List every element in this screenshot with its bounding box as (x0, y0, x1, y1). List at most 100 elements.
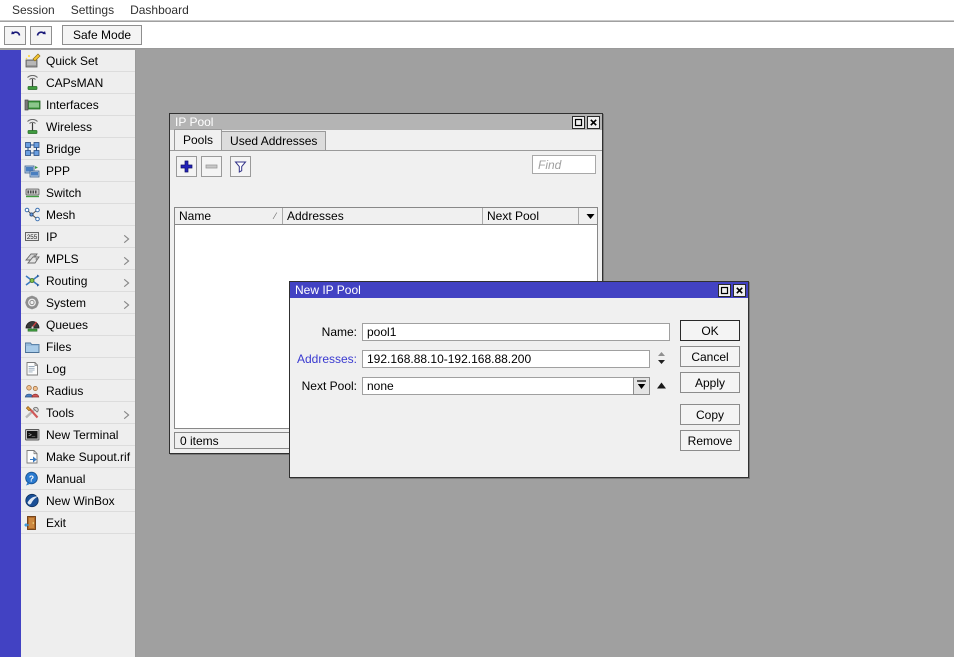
sort-indicator-icon: ⁄ (274, 211, 276, 221)
system-gear-icon (24, 295, 41, 311)
minus-remove-icon (205, 160, 218, 173)
winbox-icon (24, 493, 41, 509)
close-icon (589, 118, 598, 127)
sidebar-item-ip[interactable]: 255 IP (21, 226, 135, 248)
next-pool-dropdown-button[interactable] (633, 377, 650, 395)
new-ip-pool-maximize-button[interactable] (718, 283, 731, 297)
name-input[interactable]: pool1 (362, 323, 670, 341)
sidebar-item-radius[interactable]: Radius (21, 380, 135, 402)
sidebar-item-label: Mesh (46, 207, 76, 222)
sidebar-item-label: Interfaces (46, 97, 99, 112)
undo-button[interactable] (4, 25, 26, 45)
menu-settings[interactable]: Settings (63, 1, 122, 19)
sidebar-item-mpls[interactable]: MPLS (21, 248, 135, 270)
dialog-button-column: OK Cancel Apply Copy Remove (680, 320, 740, 456)
sidebar-item-interfaces[interactable]: Interfaces (21, 94, 135, 116)
next-pool-expand-button[interactable] (655, 377, 668, 395)
sidebar-item-label: Bridge (46, 141, 81, 156)
manual-help-icon: ? (24, 471, 41, 487)
sidebar-item-label: Switch (46, 185, 82, 200)
menu-session[interactable]: Session (4, 1, 63, 19)
sidebar-item-wireless[interactable]: Wireless (21, 116, 135, 138)
interfaces-icon (24, 97, 41, 113)
column-chooser-button[interactable] (579, 208, 597, 224)
main-toolbar: Safe Mode (0, 22, 954, 49)
apply-button[interactable]: Apply (680, 372, 740, 393)
sidebar-item-exit[interactable]: Exit (21, 512, 135, 534)
sidebar-item-routing[interactable]: Routing (21, 270, 135, 292)
apply-button-label: Apply (694, 375, 726, 390)
sidebar-item-new-winbox[interactable]: New WinBox (21, 490, 135, 512)
sidebar-item-switch[interactable]: Switch (21, 182, 135, 204)
next-pool-input[interactable]: none (362, 377, 634, 395)
sidebar-item-files[interactable]: Files (21, 336, 135, 358)
sidebar-item-ppp[interactable]: PPP (21, 160, 135, 182)
cancel-button-label: Cancel (691, 349, 729, 364)
sidebar-item-label: Radius (46, 383, 84, 398)
copy-button[interactable]: Copy (680, 404, 740, 425)
sidebar-item-label: MPLS (46, 251, 79, 266)
supout-file-icon (24, 449, 41, 465)
sidebar-item-label: Exit (46, 515, 67, 530)
sidebar-item-make-supout-rif[interactable]: Make Supout.rif (21, 446, 135, 468)
new-ip-pool-close-button[interactable] (733, 283, 746, 297)
addresses-input[interactable]: 192.168.88.10-192.168.88.200 (362, 350, 650, 368)
redo-button[interactable] (30, 25, 52, 45)
exit-door-icon (24, 515, 41, 531)
sidebar-item-system[interactable]: System (21, 292, 135, 314)
close-icon (735, 286, 744, 295)
queues-icon (24, 317, 41, 333)
ip-pool-titlebar[interactable]: IP Pool (170, 114, 602, 130)
tab-pools[interactable]: Pools (174, 129, 223, 150)
remove-pool-button[interactable] (201, 156, 222, 177)
find-input[interactable]: Find (532, 155, 596, 174)
maximize-icon (720, 286, 729, 295)
sidebar-item-quick-set[interactable]: Quick Set (21, 50, 135, 72)
sidebar-item-log[interactable]: Log (21, 358, 135, 380)
sidebar-item-tools[interactable]: Tools (21, 402, 135, 424)
sidebar-item-mesh[interactable]: Mesh (21, 204, 135, 226)
column-header-name[interactable]: Name ⁄ (175, 208, 283, 224)
sidebar-item-label: Routing (46, 273, 88, 288)
sidebar-item-queues[interactable]: Queues (21, 314, 135, 336)
plus-add-icon (180, 160, 193, 173)
sidebar-item-capsman[interactable]: CAPsMAN (21, 72, 135, 94)
sidebar-item-label: New WinBox (46, 493, 115, 508)
remove-button[interactable]: Remove (680, 430, 740, 451)
sidebar-item-new-terminal[interactable]: >_ New Terminal (21, 424, 135, 446)
tab-pools-label: Pools (183, 133, 214, 147)
mpls-icon (24, 251, 41, 267)
files-folder-icon (24, 339, 41, 355)
new-ip-pool-titlebar[interactable]: New IP Pool (290, 282, 748, 298)
menu-bar: Session Settings Dashboard (0, 0, 954, 21)
addresses-spinner[interactable] (655, 350, 668, 368)
sidebar: Quick Set CAPsMAN Interfaces Wireless Bridge… (0, 50, 136, 657)
field-row-addresses: Addresses: 192.168.88.10-192.168.88.200 (290, 349, 668, 369)
name-value: pool1 (367, 325, 397, 339)
sidebar-item-label: PPP (46, 163, 71, 178)
column-header-next-pool[interactable]: Next Pool (483, 208, 579, 224)
addresses-label: Addresses: (296, 352, 357, 366)
cancel-button[interactable]: Cancel (680, 346, 740, 367)
submenu-arrow-icon (123, 232, 130, 243)
sidebar-item-label: Queues (46, 317, 89, 332)
redo-arrow-icon (35, 29, 48, 42)
menu-dashboard[interactable]: Dashboard (122, 1, 197, 19)
filter-button[interactable] (230, 156, 251, 177)
sidebar-item-label: Make Supout.rif (46, 449, 131, 464)
mesh-icon (24, 207, 41, 223)
tab-used-addresses-label: Used Addresses (230, 134, 318, 148)
add-pool-button[interactable] (176, 156, 197, 177)
ok-button[interactable]: OK (680, 320, 740, 341)
sidebar-item-manual[interactable]: ? Manual (21, 468, 135, 490)
sidebar-item-label: IP (46, 229, 58, 244)
ip-pool-maximize-button[interactable] (572, 115, 585, 129)
column-header-addresses[interactable]: Addresses (283, 208, 483, 224)
wireless-icon (24, 118, 41, 135)
sidebar-item-bridge[interactable]: Bridge (21, 138, 135, 160)
sidebar-item-label: Log (46, 361, 67, 376)
ip-pool-close-button[interactable] (587, 115, 600, 129)
new-ip-pool-dialog[interactable]: New IP Pool Name: pool1 Addresses: 192.1… (289, 281, 749, 478)
safe-mode-button[interactable]: Safe Mode (62, 25, 143, 45)
tab-used-addresses[interactable]: Used Addresses (221, 131, 327, 150)
